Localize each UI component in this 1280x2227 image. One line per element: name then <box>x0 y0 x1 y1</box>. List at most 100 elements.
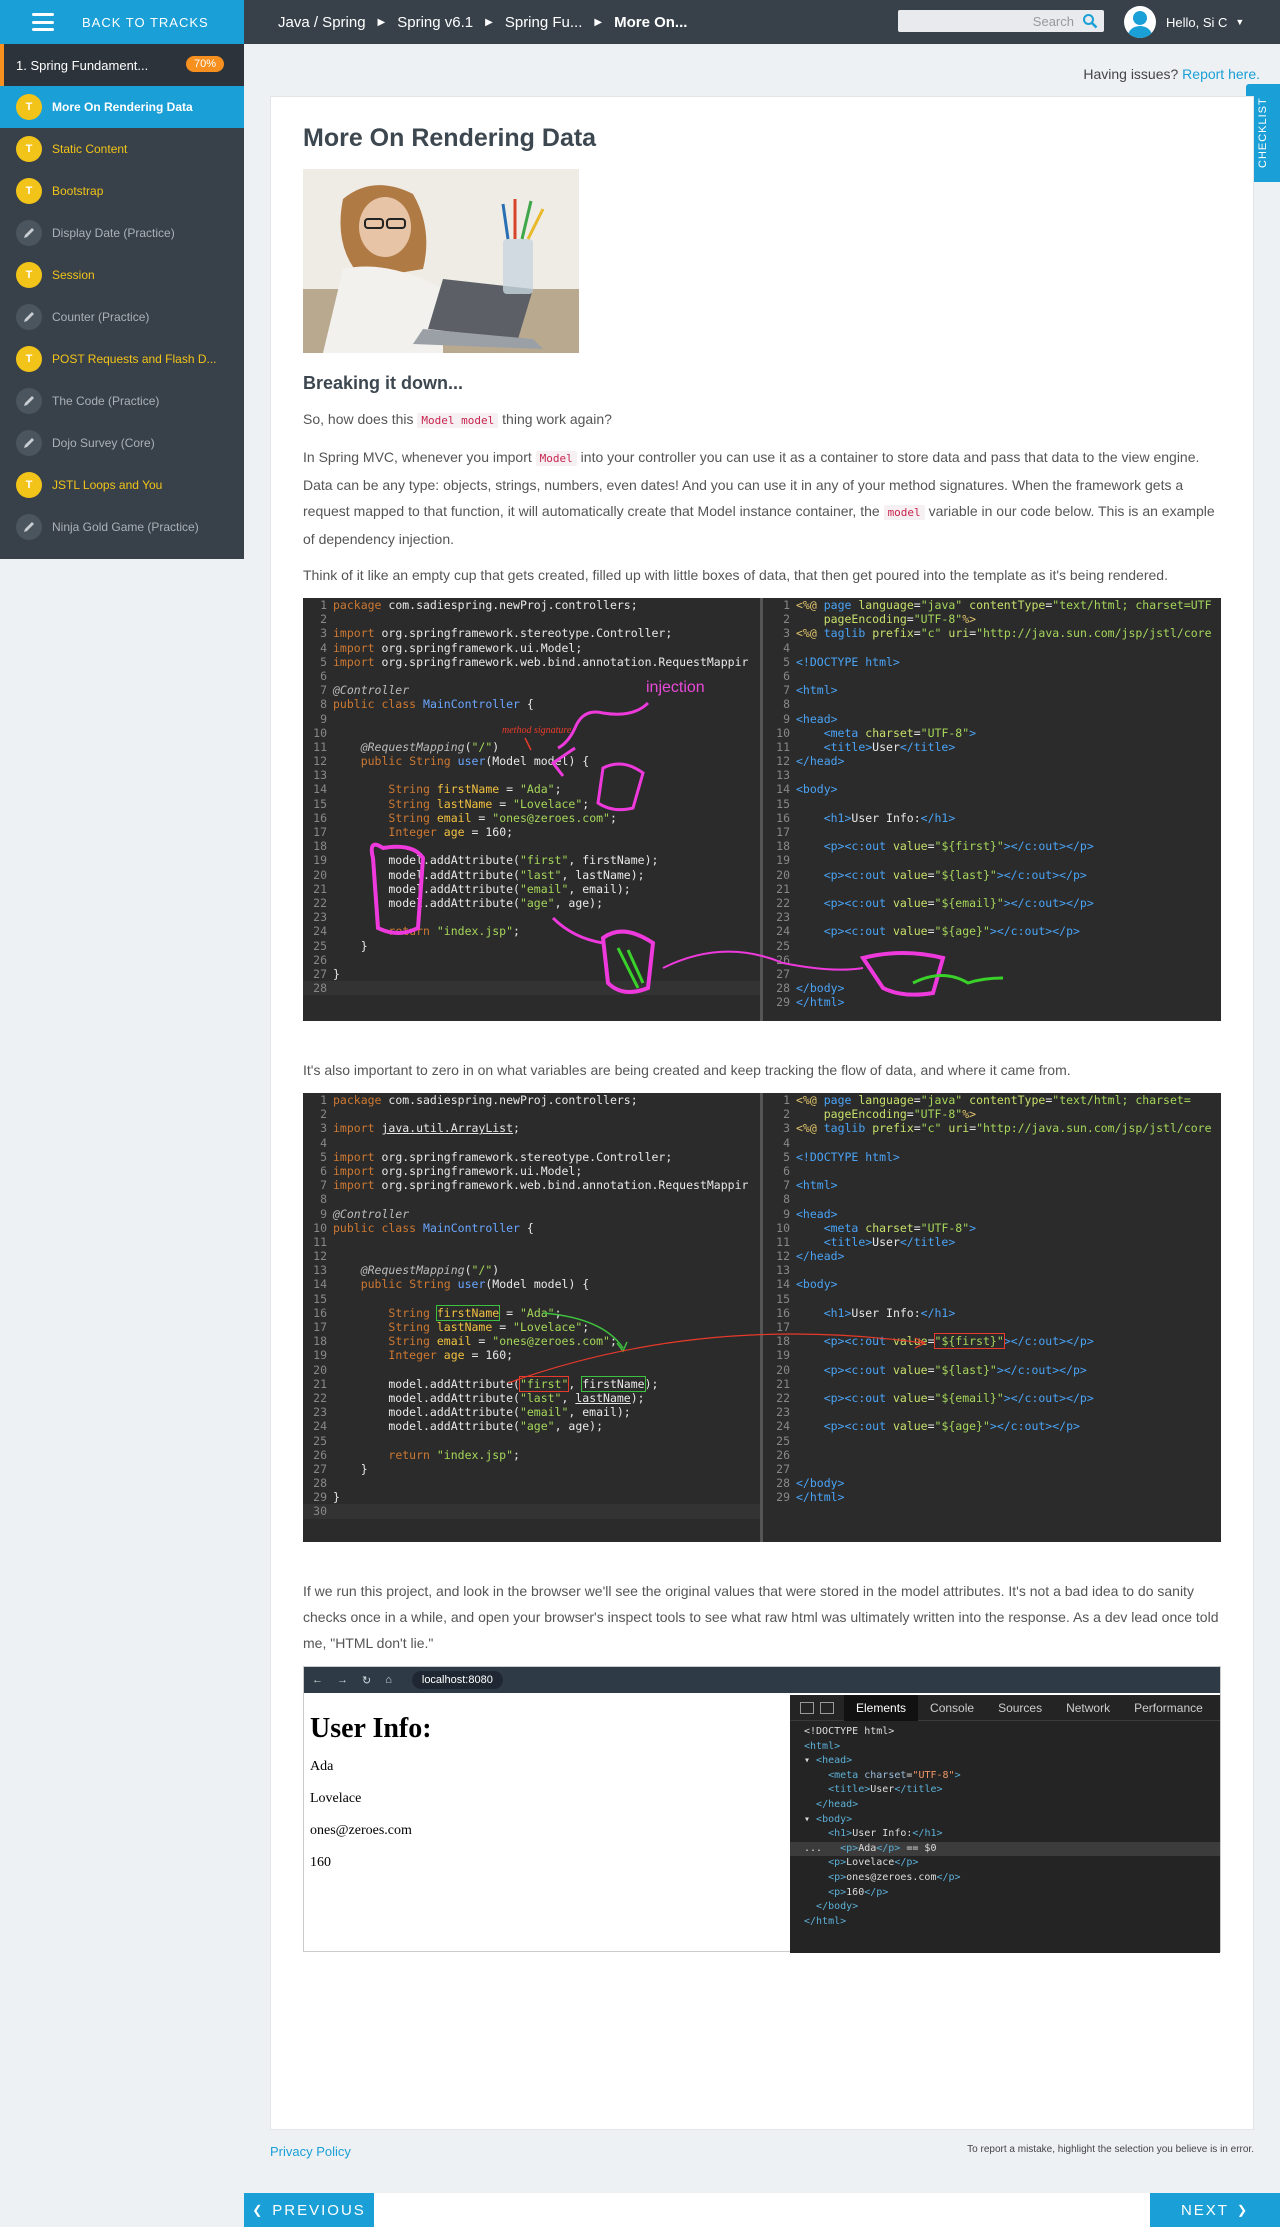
lesson-nav-bar: ❮ PREVIOUS NEXT ❯ <box>244 2193 1280 2227</box>
breadcrumb-item[interactable]: Java / Spring <box>278 14 366 31</box>
device-toolbar-icon <box>820 1701 834 1714</box>
back-label: BACK TO TRACKS <box>82 14 209 30</box>
browser-toolbar: ← → ↻ ⌂ localhost:8080 <box>304 1667 1220 1693</box>
paragraph: It's also important to zero in on what v… <box>303 1062 1071 1078</box>
chevron-right-icon: ▶ <box>485 16 493 28</box>
sidebar-item[interactable]: Display Date (Practice) <box>0 212 244 254</box>
lesson-icon: T <box>16 346 42 372</box>
url-bar: localhost:8080 <box>411 1671 503 1689</box>
text: So, how does this <box>303 411 418 427</box>
sidebar-item-label: Static Content <box>52 142 128 156</box>
progress-badge: 70% <box>185 56 224 72</box>
sidebar-item[interactable]: T POST Requests and Flash D... <box>0 338 244 380</box>
paragraph: If we run this project, and look in the … <box>303 1583 1219 1651</box>
lesson-icon: T <box>16 472 42 498</box>
article: More On Rendering Data Breaking it down.… <box>303 124 1221 1953</box>
sidebar-item-label: Bootstrap <box>52 184 104 198</box>
inline-code: Model <box>535 451 577 466</box>
devtools-tabs: Elements Console Sources Network Perform… <box>790 1694 1220 1721</box>
pencil-icon <box>16 514 42 540</box>
lesson-photo <box>303 169 579 353</box>
sidebar-item-label: Ninja Gold Game (Practice) <box>52 520 199 534</box>
rendered-value: 160 <box>310 1855 331 1870</box>
code-screenshot-2: 1 package com.sadiespring.newProj.control… <box>303 1093 1221 1542</box>
report-link[interactable]: Report here. <box>1182 66 1260 82</box>
previous-button[interactable]: ❮ PREVIOUS <box>244 2193 374 2227</box>
course-title: 1. Spring Fundament... <box>16 57 149 73</box>
previous-label: PREVIOUS <box>272 2201 366 2219</box>
report-issue: Having issues? Report here. <box>1083 66 1260 82</box>
sidebar-item[interactable]: Dojo Survey (Core) <box>0 422 244 464</box>
breadcrumb-item[interactable]: Spring Fu... <box>505 14 583 31</box>
chevron-right-icon: ▶ <box>594 16 603 28</box>
rendered-value: Ada <box>310 1759 334 1774</box>
menu-icon[interactable] <box>32 13 54 31</box>
inline-code: Model model <box>417 413 499 428</box>
page-title: More On Rendering Data <box>303 124 597 152</box>
user-greeting: Hello, Si C <box>1166 14 1228 30</box>
privacy-policy-link[interactable]: Privacy Policy <box>270 2144 351 2159</box>
rendered-page: User Info: Ada Lovelace ones@zeroes.com … <box>310 1713 432 1887</box>
back-to-tracks-button[interactable]: BACK TO TRACKS <box>0 0 244 44</box>
search-icon[interactable] <box>1082 13 1098 29</box>
sidebar-item[interactable]: T Session <box>0 254 244 296</box>
issue-text: Having issues? <box>1083 66 1179 82</box>
avatar <box>1124 6 1156 38</box>
breadcrumb: Java / Spring ▶ Spring v6.1 ▶ Spring Fu.… <box>278 14 687 31</box>
pencil-icon <box>16 430 42 456</box>
next-label: NEXT <box>1180 2201 1229 2219</box>
sidebar: 1. Spring Fundament... 70% T More On Rend… <box>0 44 244 559</box>
lesson-icon: T <box>16 94 42 120</box>
home-icon: ⌂ <box>385 1674 392 1686</box>
text: thing work again? <box>498 411 612 427</box>
flow-arrows <box>507 1312 927 1384</box>
lesson-icon: T <box>16 136 42 162</box>
sidebar-item[interactable]: Ninja Gold Game (Practice) <box>0 506 244 548</box>
reload-icon: ↻ <box>362 1674 372 1687</box>
tab-console: Console <box>930 1700 975 1715</box>
sidebar-item[interactable]: The Code (Practice) <box>0 380 244 422</box>
pencil-icon <box>16 220 42 246</box>
lesson-icon: T <box>16 262 42 288</box>
sidebar-item[interactable]: T More On Rendering Data <box>0 86 244 128</box>
pencil-icon <box>16 304 42 330</box>
sidebar-item-label: The Code (Practice) <box>52 394 160 408</box>
injection-annotation: injection <box>646 679 705 696</box>
tab-elements: Elements <box>844 1694 919 1721</box>
top-bar: BACK TO TRACKS Java / Spring ▶ Spring v6… <box>0 0 1280 44</box>
rendered-value: ones@zeroes.com <box>310 1823 412 1838</box>
sidebar-item-label: JSTL Loops and You <box>52 478 163 492</box>
chevron-down-icon: ▼ <box>1235 17 1245 27</box>
paragraph: So, how does this Model model thing work… <box>303 406 1221 434</box>
sidebar-item-label: POST Requests and Flash D... <box>52 352 217 366</box>
sidebar-item-label: Session <box>52 268 95 282</box>
lesson-icon: T <box>16 178 42 204</box>
tab-performance: Performance <box>1134 1700 1203 1715</box>
tab-sources: Sources <box>998 1700 1043 1715</box>
chevron-right-icon: ❯ <box>1236 2203 1250 2217</box>
sidebar-item-label: Counter (Practice) <box>52 310 150 324</box>
back-arrow-icon: ← <box>312 1674 323 1686</box>
report-mistake-note: To report a mistake, highlight the selec… <box>967 2144 1254 2155</box>
rendered-heading: User Info: <box>310 1713 432 1744</box>
course-header[interactable]: 1. Spring Fundament... 70% <box>0 44 244 86</box>
breadcrumb-item[interactable]: Spring v6.1 <box>397 14 473 31</box>
method-signature-annotation: method signature <box>502 725 572 736</box>
sidebar-item[interactable]: T Bootstrap <box>0 170 244 212</box>
browser-screenshot: ← → ↻ ⌂ localhost:8080 User Info: Ada Lo… <box>303 1666 1221 1953</box>
paragraph: In Spring MVC, whenever you import Model… <box>303 444 1221 552</box>
dom-tree: <!DOCTYPE html> <html> ▾ <head> <meta ch… <box>790 1721 1220 1929</box>
text: In Spring MVC, whenever you import <box>303 449 536 465</box>
chevron-left-icon: ❮ <box>252 2203 265 2217</box>
user-menu[interactable]: Hello, Si C ▼ <box>1124 6 1244 38</box>
search-placeholder: Search <box>1032 13 1074 29</box>
code-screenshot-1: 1 package com.sadiespring.newProj.control… <box>303 598 1221 1021</box>
sidebar-item[interactable]: T Static Content <box>0 128 244 170</box>
sidebar-item[interactable]: Counter (Practice) <box>0 296 244 338</box>
pencil-icon <box>16 388 42 414</box>
search-input[interactable]: Search <box>898 10 1104 32</box>
sidebar-item-label: Dojo Survey (Core) <box>52 436 155 450</box>
sidebar-item[interactable]: T JSTL Loops and You <box>0 464 244 506</box>
next-button[interactable]: NEXT ❯ <box>1150 2193 1280 2227</box>
sidebar-item-label: Display Date (Practice) <box>52 226 175 240</box>
